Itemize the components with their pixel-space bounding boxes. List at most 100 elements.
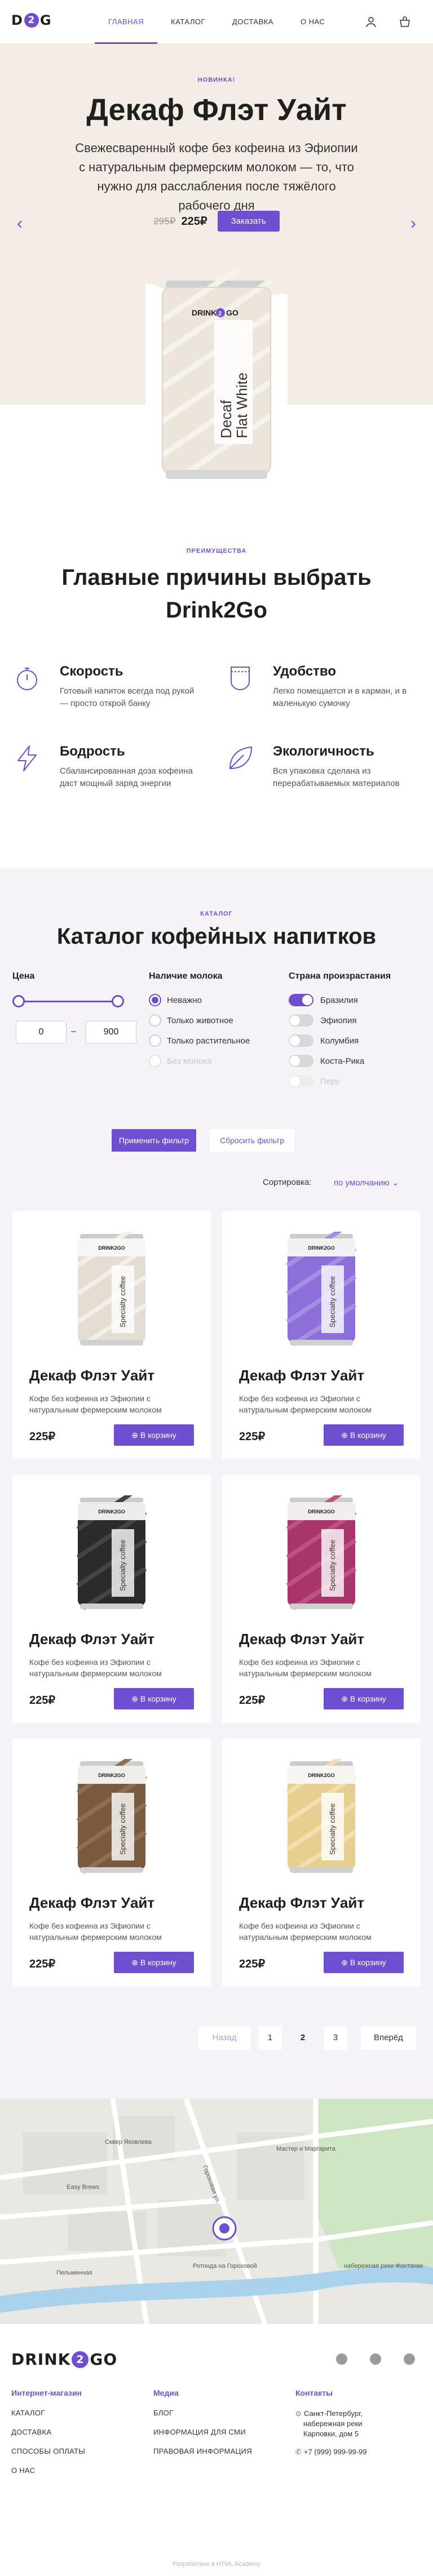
features-title-line1: Главные причины выбрать — [61, 565, 372, 590]
pagination-page[interactable]: 1 — [258, 2026, 282, 2050]
footer-link[interactable]: О НАС — [11, 2466, 35, 2475]
milk-radio-label: Без молока — [167, 1056, 212, 1066]
site-logo[interactable]: D 2 G — [11, 12, 52, 28]
chevron-down-icon: ⌄ — [391, 1178, 399, 1188]
nav-delivery[interactable]: ДОСТАВКА — [219, 0, 287, 44]
nav-about[interactable]: О НАС — [287, 0, 338, 44]
country-toggle[interactable]: Эфиопия — [289, 1013, 356, 1028]
logo-letter: G — [39, 12, 52, 28]
price-range-track[interactable] — [12, 1001, 123, 1002]
footer-link[interactable]: СПОСОБЫ ОПЛАТЫ — [11, 2447, 85, 2455]
product-can-brand: DRINK2GO — [98, 1245, 125, 1251]
location-map[interactable]: Сквер Яковлева Easy Brews Ротонда на Гор… — [0, 2099, 433, 2324]
map-pin-icon[interactable] — [212, 2216, 237, 2241]
site-footer: DRINK 2 GO Интернет-магазин КАТАЛОГ ДОСТ… — [0, 2324, 433, 2576]
product-card[interactable]: DRINK2GO Specialty coffee Декаф Флэт Уайт К… — [222, 1211, 421, 1459]
product-can-brand: DRINK2GO — [308, 1509, 335, 1514]
milk-radio-label: Только растительное — [167, 1036, 250, 1046]
price-range-max-handle[interactable] — [112, 995, 124, 1007]
hero-title: Декаф Флэт Уайт — [86, 93, 347, 127]
apply-filter-button[interactable]: Применить фильтр — [112, 1129, 196, 1152]
skype-icon[interactable] — [404, 2353, 415, 2365]
product-name: Декаф Флэт Уайт — [239, 1367, 365, 1384]
footer-link[interactable]: ДОСТАВКА — [11, 2428, 51, 2436]
footer-phone[interactable]: ✆ +7 (999) 999-99-99 — [295, 2447, 367, 2457]
reset-filter-button[interactable]: Сбросить фильтр — [210, 1129, 294, 1152]
milk-radio[interactable]: Только животное — [149, 1013, 233, 1028]
add-to-cart-button[interactable]: ⊕ В корзину — [324, 1688, 404, 1709]
price-max-input[interactable]: 900 — [86, 1021, 136, 1043]
add-to-cart-label: В корзину — [350, 1957, 386, 1967]
product-price: 225₽ — [29, 1694, 56, 1707]
product-description: Кофе без кофеина из Эфиопии с натуральны… — [29, 1394, 162, 1414]
product-card[interactable]: DRINK2GO Specialty coffee Декаф Флэт Уайт К… — [12, 1739, 211, 1987]
cart-icon: ⊕ — [131, 1430, 140, 1440]
footer-link[interactable]: БЛОГ — [153, 2409, 173, 2417]
catalog-badge: КАТАЛОГ — [200, 911, 233, 917]
footer-shop-title: Интернет-магазин — [11, 2388, 82, 2397]
country-toggle[interactable]: Колумбия — [289, 1033, 359, 1048]
add-to-cart-button[interactable]: ⊕ В корзину — [114, 1688, 194, 1709]
add-to-cart-button[interactable]: ⊕ В корзину — [324, 1424, 404, 1446]
toggle-switch — [289, 994, 313, 1006]
footer-contacts-title: Контакты — [295, 2388, 333, 2397]
product-card[interactable]: DRINK2GO Specialty coffee Декаф Флэт Уайт К… — [12, 1475, 211, 1723]
hero-can-text-2: Flat White — [233, 372, 250, 438]
toggle-switch — [289, 1034, 313, 1047]
order-button[interactable]: Заказать — [217, 211, 280, 232]
site-header: D 2 G ГЛАВНАЯ КАТАЛОГ ДОСТАВКА О НАС — [0, 0, 433, 44]
feature-title: Бодрость — [60, 744, 125, 759]
pagination-page-current[interactable]: 2 — [291, 2026, 315, 2050]
stopwatch-icon — [12, 664, 42, 693]
nav-main[interactable]: ГЛАВНАЯ — [95, 0, 158, 44]
map-label: набережная реки Фонтанки — [344, 2263, 423, 2269]
product-can-brand: DRINK2GO — [98, 1509, 125, 1514]
pagination-next[interactable]: Вперёд — [361, 2026, 416, 2050]
product-name: Декаф Флэт Уайт — [29, 1367, 155, 1384]
footer-link[interactable]: ИНФОРМАЦИЯ ДЛЯ СМИ — [153, 2428, 246, 2436]
pagination-page[interactable]: 3 — [324, 2026, 347, 2050]
product-description: Кофе без кофеина из Эфиопии с натуральны… — [29, 1658, 162, 1678]
price-range-min-handle[interactable] — [12, 995, 25, 1007]
vk-icon[interactable] — [336, 2353, 347, 2365]
cart-icon: ⊕ — [131, 1957, 140, 1967]
feature-text: Готовый напиток всегда под рукой — прост… — [60, 686, 195, 708]
product-card[interactable]: DRINK2GO Specialty coffee Декаф Флэт Уайт К… — [222, 1475, 421, 1723]
user-icon[interactable] — [364, 15, 378, 29]
product-card[interactable]: DRINK2GO Specialty coffee Декаф Флэт Уайт К… — [12, 1211, 211, 1459]
pinterest-icon[interactable] — [370, 2353, 381, 2365]
milk-radio[interactable]: Только растительное — [149, 1033, 250, 1048]
price-min-input[interactable]: 0 — [16, 1021, 67, 1043]
footer-logo-two: 2 — [72, 2351, 89, 2368]
country-toggle[interactable]: Коста-Рика — [289, 1054, 364, 1068]
cart-icon: ⊕ — [341, 1957, 350, 1967]
product-can-text: Specialty coffee — [118, 1539, 127, 1591]
slider-next-icon[interactable]: › — [410, 214, 416, 233]
map-label: Ротонда на Гороховой — [193, 2263, 257, 2269]
catalog-section: КАТАЛОГ Каталог кофейных напитков Цена 0… — [0, 868, 433, 2099]
product-name: Декаф Флэт Уайт — [29, 1631, 155, 1647]
feature-text: Вся упаковка сделана из перерабатываемых… — [273, 766, 400, 788]
cart-icon[interactable] — [398, 15, 412, 29]
add-to-cart-button[interactable]: ⊕ В корзину — [324, 1952, 404, 1973]
product-can-image: DRINK2GO Specialty coffee — [282, 1218, 361, 1350]
footer-credits[interactable]: Разработано в HTML Academy — [0, 2561, 433, 2568]
map-label: Мастер и Маргарита — [276, 2146, 336, 2152]
product-card[interactable]: DRINK2GO Specialty coffee Декаф Флэт Уайт К… — [222, 1739, 421, 1987]
footer-link[interactable]: ПРАВОВАЯ ИНФОРМАЦИЯ — [153, 2447, 252, 2455]
add-to-cart-button[interactable]: ⊕ В корзину — [114, 1952, 194, 1973]
slider-prev-icon[interactable]: ‹ — [17, 214, 23, 233]
nav-catalog[interactable]: КАТАЛОГ — [157, 0, 219, 44]
feature-title: Скорость — [60, 664, 123, 679]
product-can-brand: DRINK2GO — [308, 1245, 335, 1251]
sort-select[interactable]: по умолчанию ⌄ — [334, 1178, 399, 1188]
country-toggle[interactable]: Бразилия — [289, 993, 358, 1007]
footer-link[interactable]: КАТАЛОГ — [11, 2409, 45, 2417]
pagination-prev[interactable]: Назад — [198, 2026, 250, 2050]
milk-radio[interactable]: Неважно — [149, 993, 202, 1007]
add-to-cart-button[interactable]: ⊕ В корзину — [114, 1424, 194, 1446]
product-can-text: Specialty coffee — [328, 1803, 337, 1855]
footer-logo[interactable]: DRINK 2 GO — [11, 2350, 117, 2369]
location-icon: ⊙ — [295, 2409, 302, 2418]
address-line: Санкт-Петербург, — [303, 2409, 363, 2418]
